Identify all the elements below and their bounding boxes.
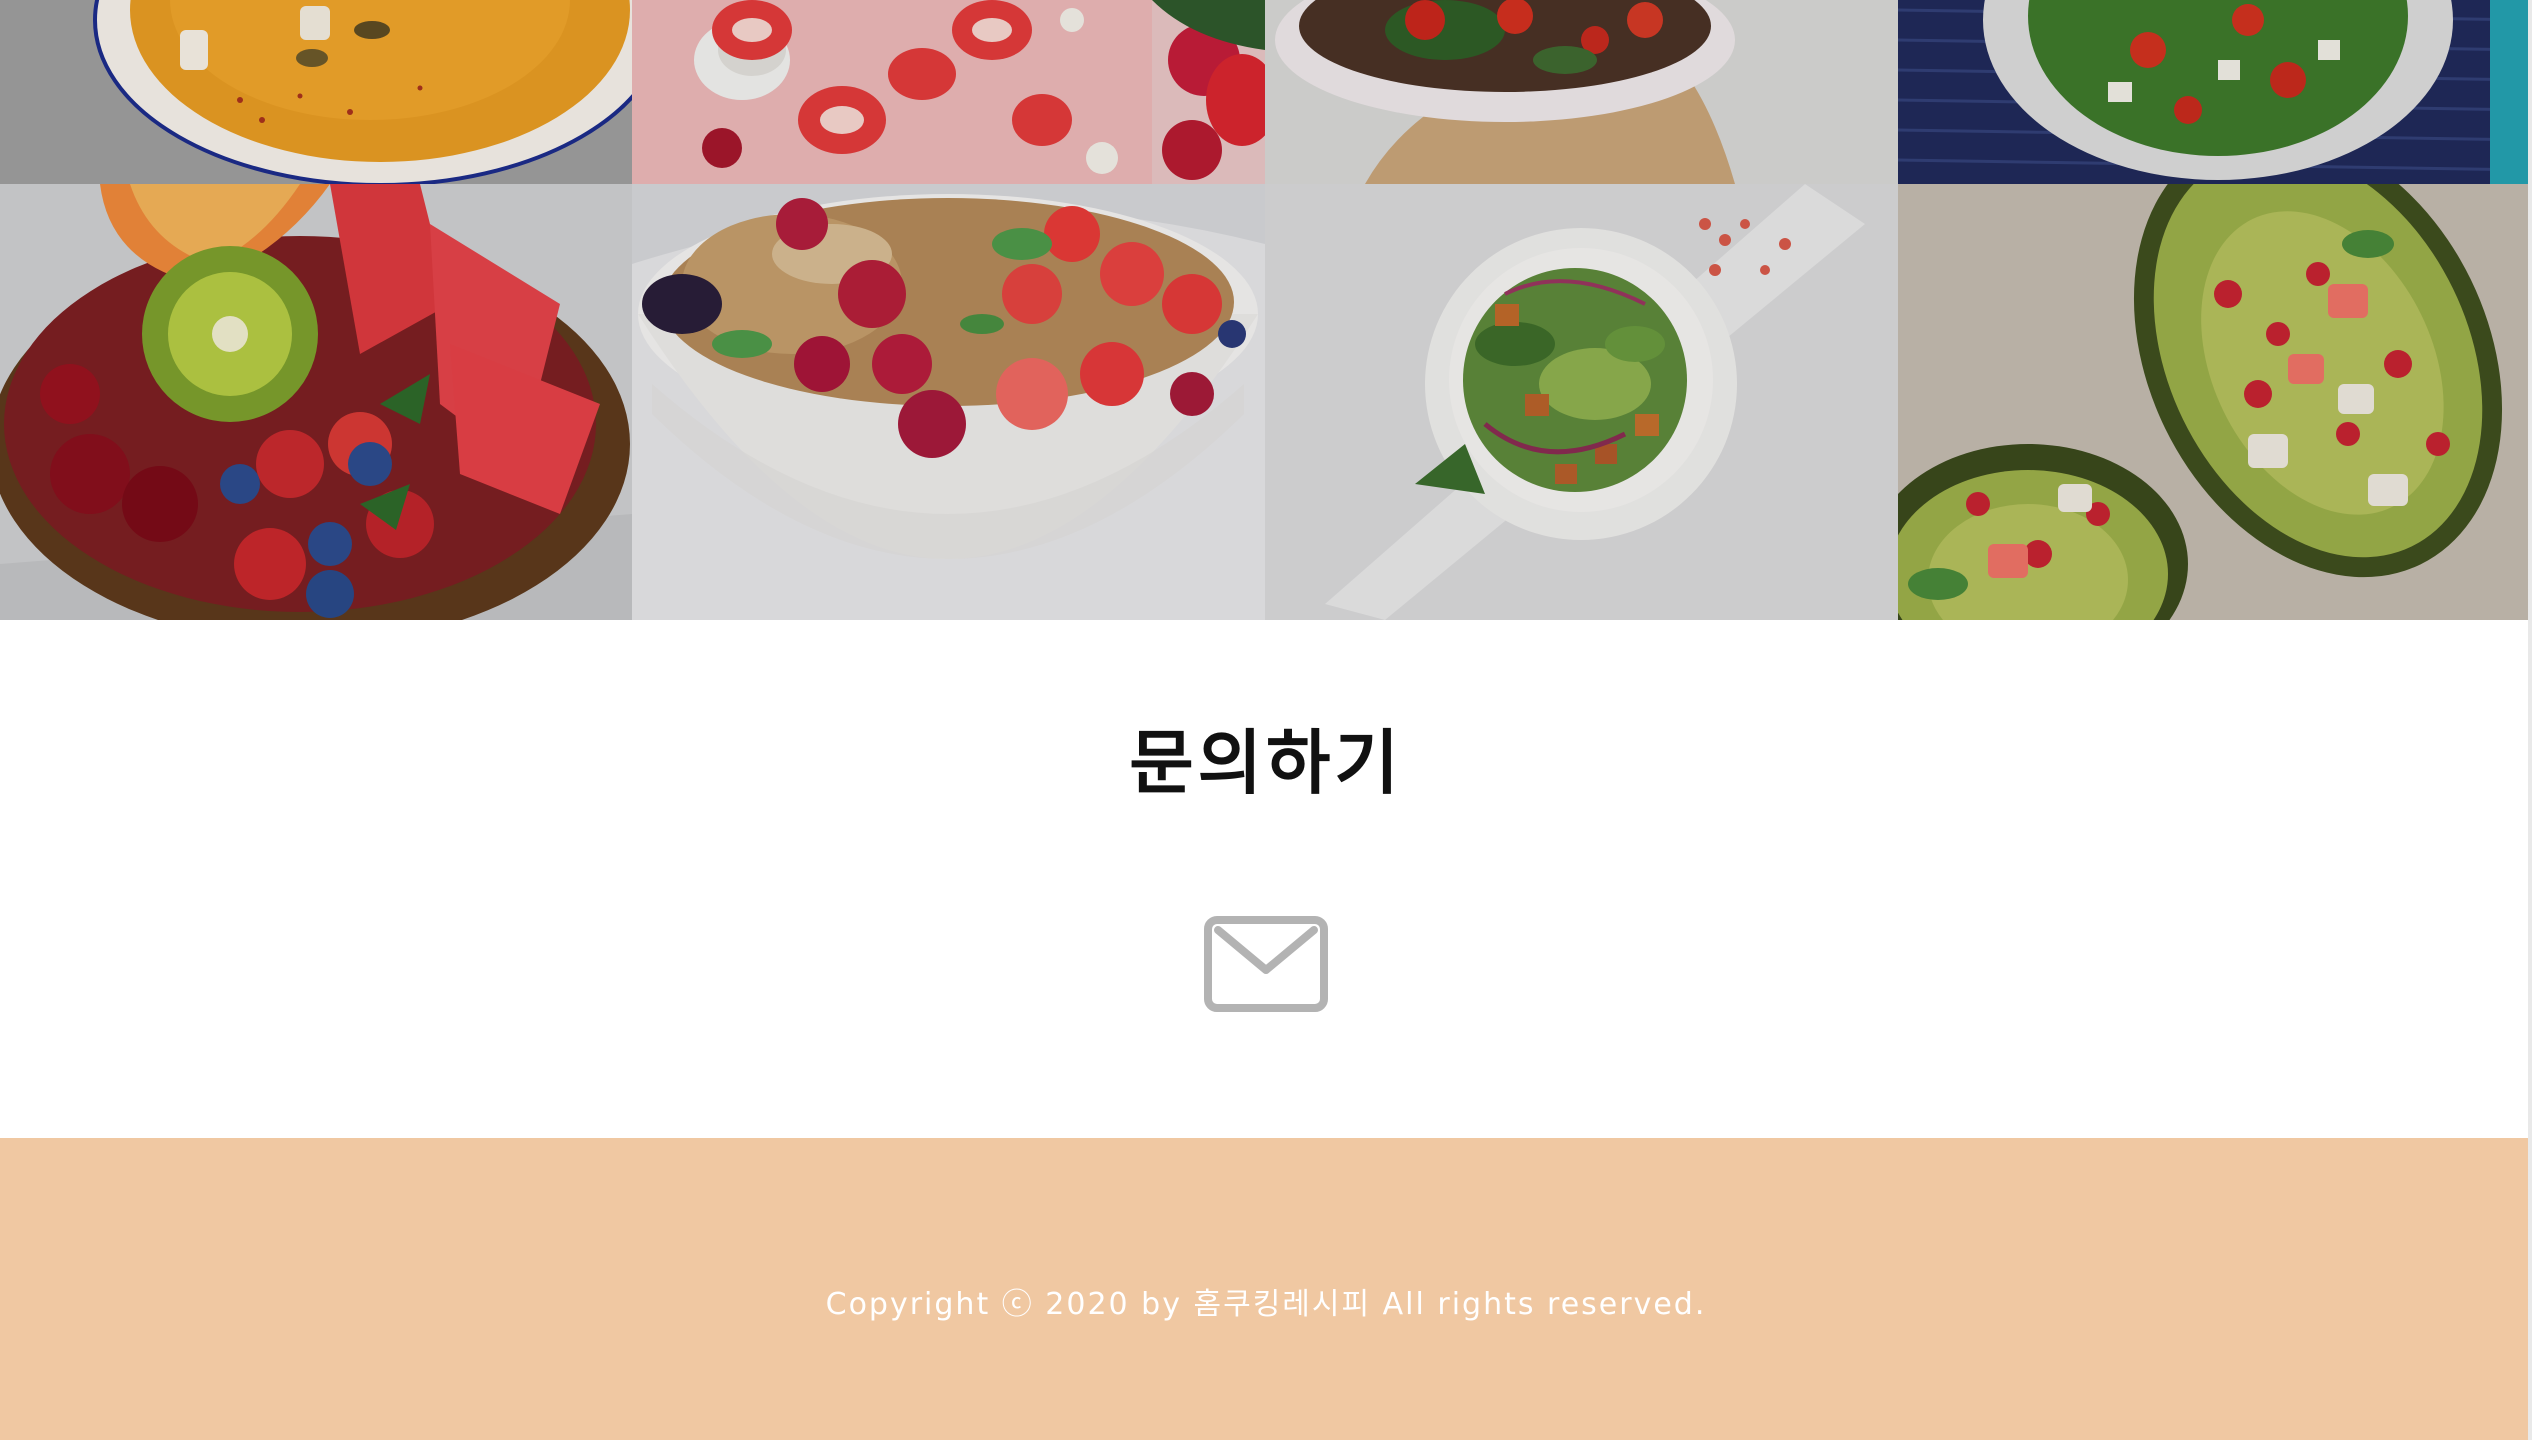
stuffed-avocado-image[interactable] bbox=[1898, 184, 2532, 620]
copyright-text: Copyright ⓒ 2020 by 홈쿠킹레시피 All rights re… bbox=[825, 1287, 1707, 1322]
green-salad-plate-image[interactable] bbox=[1265, 184, 1898, 620]
page: 문의하기 Copyright ⓒ 2020 by 홈쿠킹레시피 All righ… bbox=[0, 0, 2532, 1440]
berry-granola-bowl-image[interactable] bbox=[632, 184, 1265, 620]
footer: Copyright ⓒ 2020 by 홈쿠킹레시피 All rights re… bbox=[0, 1138, 2532, 1440]
food-gallery bbox=[0, 0, 2532, 620]
spinach-tomato-salad-image[interactable] bbox=[1898, 0, 2532, 184]
contact-section: 문의하기 bbox=[0, 620, 2532, 1138]
scrollbar-track[interactable] bbox=[2528, 0, 2532, 1440]
mail-button[interactable] bbox=[1204, 916, 1328, 1012]
strawberry-smoothie-bowl-image[interactable] bbox=[632, 0, 1265, 184]
toast-plate-image[interactable] bbox=[1265, 0, 1898, 184]
envelope-icon bbox=[1204, 916, 1328, 1012]
contact-title: 문의하기 bbox=[1129, 722, 1403, 804]
fruit-coconut-bowl-image[interactable] bbox=[0, 184, 632, 620]
pumpkin-soup-image[interactable] bbox=[0, 0, 632, 184]
